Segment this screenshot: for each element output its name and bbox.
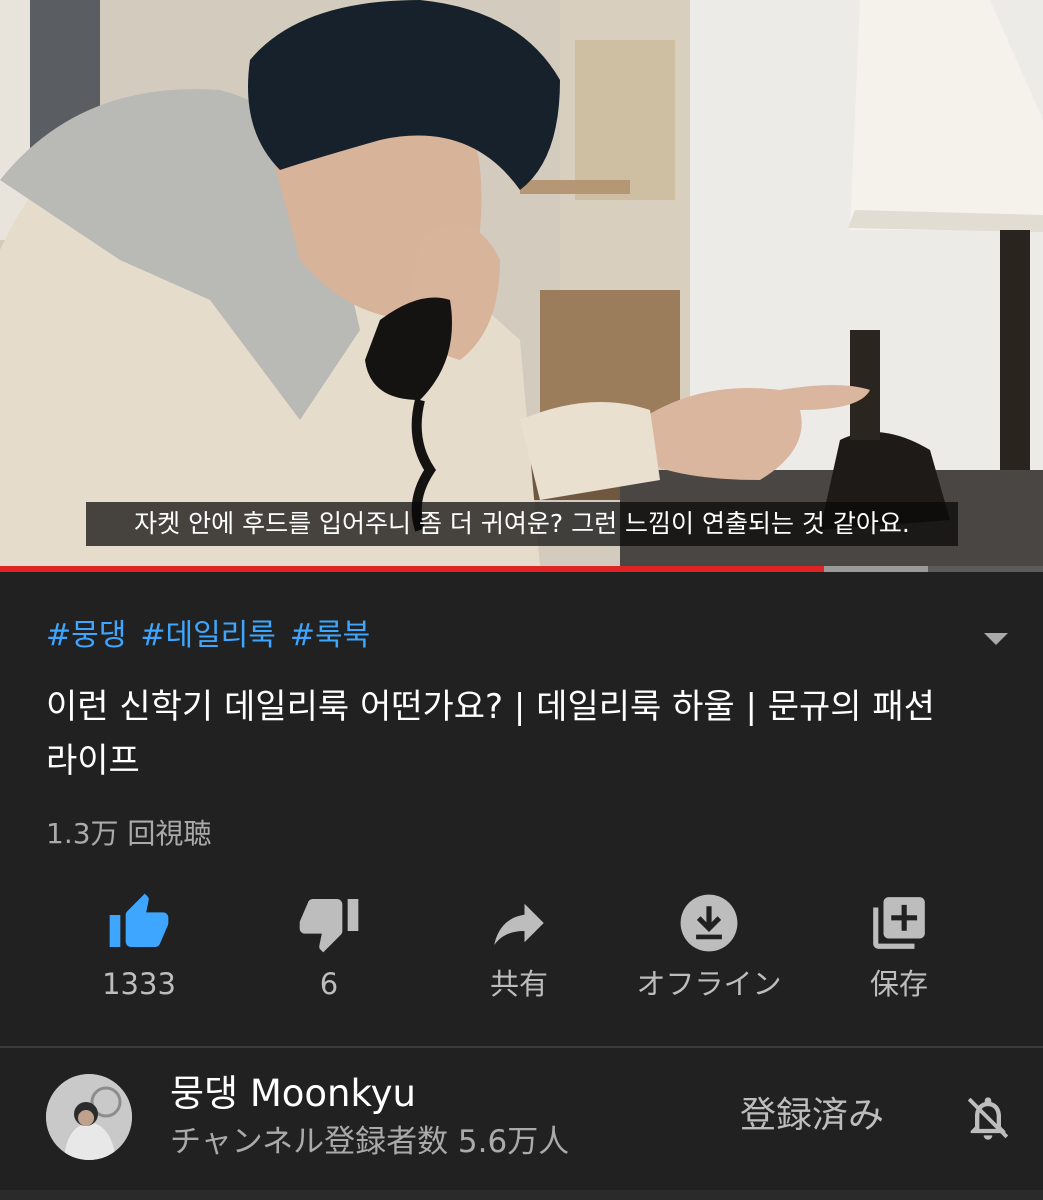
dislike-count: 6 xyxy=(319,967,339,1001)
progress-bar[interactable] xyxy=(0,566,1043,572)
share-button[interactable]: 共有 xyxy=(424,890,614,1010)
thumbs-down-icon xyxy=(299,899,359,953)
expand-description-button[interactable] xyxy=(976,624,1016,654)
offline-label: オフライン xyxy=(636,967,782,1001)
thumbs-up-icon xyxy=(109,893,169,947)
share-icon xyxy=(494,903,544,945)
hashtag-link[interactable]: #룩북 xyxy=(290,614,370,658)
like-count: 1333 xyxy=(102,967,176,1001)
share-label: 共有 xyxy=(489,967,548,1001)
download-icon xyxy=(680,894,738,952)
save-button[interactable]: 保存 xyxy=(804,890,994,1010)
progress-played xyxy=(0,566,824,572)
notifications-off-icon xyxy=(967,1097,1009,1140)
video-subtitle: 자켓 안에 후드를 입어주니 좀 더 귀여운? 그런 느낌이 연출되는 것 같아… xyxy=(86,502,958,546)
avatar-image xyxy=(46,1074,132,1160)
offline-button[interactable]: オフライン xyxy=(614,890,804,1010)
dislike-button[interactable]: 6 xyxy=(234,890,424,1010)
save-label: 保存 xyxy=(869,967,928,1001)
hashtag-list: #뭉댕 #데일리룩 #룩북 xyxy=(46,614,370,658)
video-player[interactable]: 자켓 안에 후드를 입어주니 좀 더 귀여운? 그런 느낌이 연출되는 것 같아… xyxy=(0,0,1043,566)
triangle-down-icon xyxy=(984,633,1008,645)
like-button[interactable]: 1333 xyxy=(44,890,234,1010)
channel-name[interactable]: 뭉댕 Moonkyu xyxy=(170,1070,416,1118)
video-frame-image xyxy=(0,0,1043,566)
playlist-add-icon xyxy=(873,897,925,949)
section-divider xyxy=(0,1046,1043,1048)
hashtag-link[interactable]: #뭉댕 xyxy=(46,614,126,658)
action-bar: 1333 6 共有 オフライン 保存 xyxy=(44,890,994,1010)
channel-avatar[interactable] xyxy=(46,1074,132,1160)
hashtag-link[interactable]: #데일리룩 xyxy=(140,614,276,658)
video-title: 이런 신학기 데일리룩 어떤가요? | 데일리룩 하울 | 문규의 패션 라이프 xyxy=(46,687,935,781)
notification-bell-button[interactable] xyxy=(960,1088,1016,1148)
subscribed-button[interactable]: 登録済み xyxy=(740,1090,884,1142)
subscriber-count: チャンネル登録者数 5.6万人 xyxy=(170,1124,570,1160)
bottom-divider xyxy=(0,1190,1043,1200)
view-count: 1.3万 回視聴 xyxy=(46,817,212,850)
